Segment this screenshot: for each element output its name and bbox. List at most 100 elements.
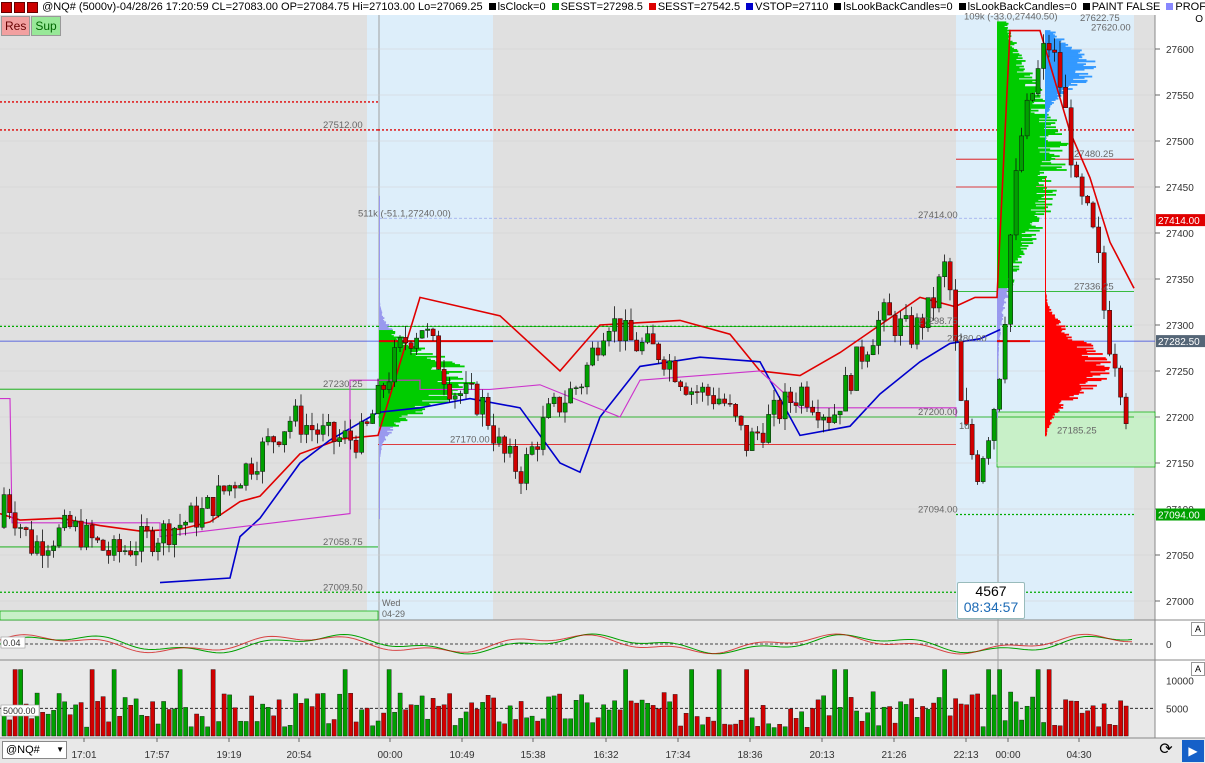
- candle-body: [408, 342, 414, 349]
- volume-bar: [194, 713, 199, 737]
- price-chart[interactable]: 27512.00 511k (-51.1,27240.00) 27230.25 271…: [0, 0, 1205, 763]
- candle-body: [40, 541, 45, 556]
- volume-bar: [106, 721, 111, 737]
- volume-bar: [199, 716, 205, 737]
- candle-body: [51, 545, 56, 551]
- volume-bar: [513, 719, 518, 737]
- volume-bar: [991, 694, 997, 737]
- volume-bar: [628, 700, 634, 737]
- candle-body: [331, 421, 337, 443]
- volume-bar: [975, 693, 980, 737]
- candle-body: [590, 347, 595, 366]
- volume-bar: [667, 701, 672, 737]
- volume-bar: [282, 726, 287, 737]
- volume-bar: [887, 706, 892, 737]
- volume-bar: [298, 703, 304, 737]
- volume-bar: [304, 698, 309, 737]
- volume-bar: [122, 697, 128, 737]
- candle-body: [144, 526, 150, 532]
- candle-body: [771, 399, 777, 415]
- volume-bar: [920, 706, 925, 737]
- candle-body: [315, 429, 320, 435]
- candle-body: [177, 524, 183, 529]
- volume-bar: [793, 718, 799, 737]
- volume-bar: [1002, 720, 1008, 737]
- volume-bar: [375, 720, 381, 737]
- candle-body: [403, 337, 408, 344]
- chart-annotation: 109k (-33.0,27440.50): [964, 11, 1057, 22]
- volume-bar: [386, 669, 392, 737]
- resistance-button[interactable]: Res: [1, 16, 31, 36]
- candle-body: [89, 524, 95, 539]
- volume-bar: [155, 723, 161, 737]
- volume-bar: [56, 693, 62, 737]
- volume-autoscale-button[interactable]: A: [1191, 662, 1205, 676]
- volume-bar: [392, 712, 397, 737]
- volume-bar: [980, 726, 986, 737]
- oscillator-autoscale-button[interactable]: A: [1191, 622, 1205, 636]
- candle-body: [227, 485, 232, 492]
- volume-bar: [925, 709, 931, 737]
- profile-bar: [1045, 30, 1051, 32]
- candle-body: [1123, 396, 1129, 424]
- volume-bar: [1101, 703, 1107, 737]
- candle-body: [353, 439, 359, 453]
- volume-bar: [172, 708, 177, 737]
- time-label: 20:13: [809, 750, 834, 761]
- candle-body: [485, 397, 491, 426]
- candle-body: [414, 337, 419, 349]
- candle-body: [881, 302, 887, 321]
- candle-body: [243, 463, 249, 486]
- price-tick-label: 27450: [1166, 183, 1194, 194]
- volume-bar: [540, 718, 546, 737]
- close-icon[interactable]: O: [1195, 14, 1203, 25]
- candle-body: [804, 386, 810, 408]
- volume-bar: [188, 726, 194, 737]
- symbol-select[interactable]: @NQ# ▼: [2, 741, 67, 759]
- volume-bar: [771, 727, 777, 737]
- candle-body: [601, 340, 606, 356]
- candle-body: [364, 421, 370, 424]
- candle-body: [436, 335, 441, 370]
- support-button[interactable]: Sup: [31, 16, 61, 36]
- price-marker-label: 27094.00: [1158, 511, 1200, 522]
- candle-body: [139, 526, 144, 552]
- candle-body: [337, 437, 342, 443]
- volume-bar: [524, 717, 529, 737]
- volume-bar: [128, 705, 133, 737]
- volume-bar: [821, 695, 826, 737]
- candle-body: [106, 550, 111, 556]
- volume-bar: [447, 693, 452, 737]
- volume-bar: [78, 702, 84, 737]
- candle-body: [188, 505, 194, 523]
- candle-body: [854, 346, 859, 391]
- volume-bar: [859, 720, 865, 737]
- candle-body: [293, 405, 298, 422]
- volume-bar: [903, 704, 909, 737]
- candle-body: [287, 420, 293, 432]
- volume-bar: [111, 669, 117, 737]
- time-label: 10:49: [449, 750, 474, 761]
- candle-body: [210, 497, 216, 516]
- volume-bar: [788, 708, 793, 737]
- volume-bar: [645, 702, 650, 737]
- candle-body: [359, 421, 364, 453]
- volume-bar: [892, 722, 898, 737]
- candle-body: [1079, 176, 1085, 197]
- volume-bar: [452, 725, 458, 737]
- reload-icon[interactable]: ⟳: [1156, 740, 1176, 760]
- date-label: Wed: [382, 598, 400, 608]
- volume-bar: [29, 718, 34, 737]
- candle-body: [936, 276, 942, 309]
- volume-bar: [854, 710, 859, 737]
- navigate-icon[interactable]: ▶: [1182, 740, 1204, 762]
- volume-bar: [529, 715, 535, 737]
- time-label: 17:01: [71, 750, 96, 761]
- volume-bar: [969, 694, 975, 737]
- volume-bar: [67, 714, 73, 737]
- volume-bar: [595, 717, 601, 737]
- time-label: 20:54: [286, 750, 311, 761]
- candle-body: [584, 364, 590, 388]
- chart-annotation: 27058.75: [323, 537, 363, 548]
- candle-body: [232, 485, 238, 489]
